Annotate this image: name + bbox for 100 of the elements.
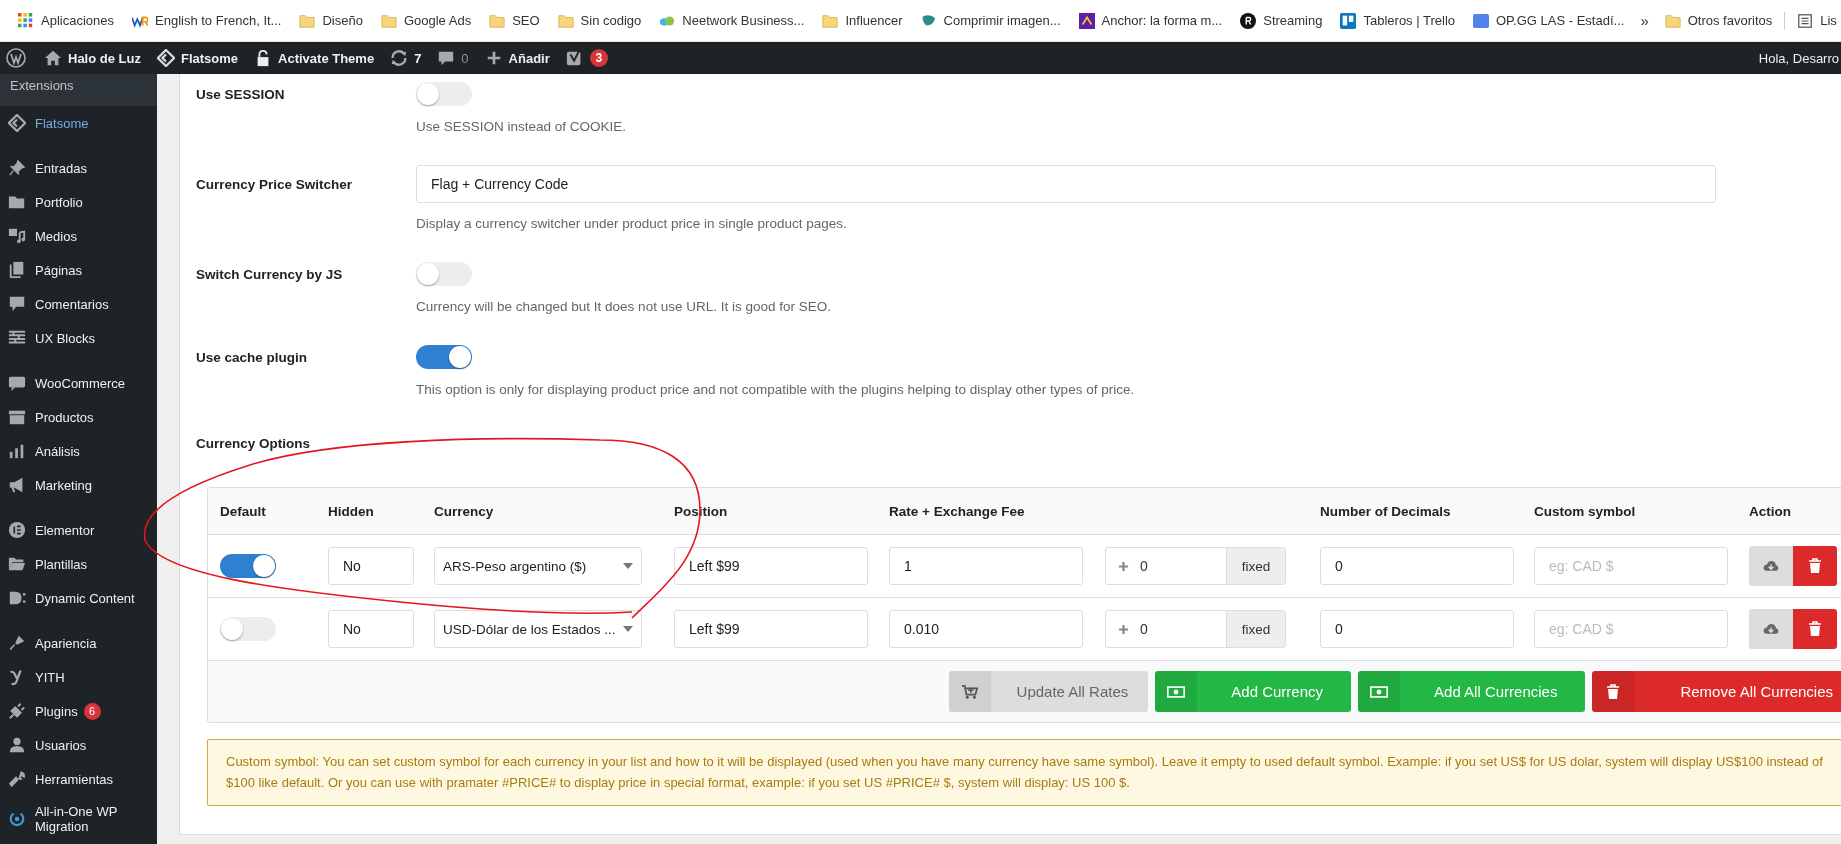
folder-icon xyxy=(8,555,26,573)
site-logo-icon xyxy=(1473,12,1489,29)
toolbar-item[interactable]: Halo de Luz xyxy=(36,42,149,74)
sidebar-menu-item[interactable]: Dynamic Content xyxy=(0,581,157,615)
bookmark-link[interactable]: Otros favoritos xyxy=(1656,8,1781,33)
bookmark-link[interactable]: Comprimir imagen... xyxy=(912,8,1069,33)
section-label: Currency Options xyxy=(196,435,312,453)
rate-field[interactable]: 0.010 xyxy=(889,610,1083,648)
decimals-field[interactable]: 0 xyxy=(1320,610,1514,648)
decimals-field[interactable]: 0 xyxy=(1320,547,1514,585)
column-header: Hidden xyxy=(328,503,375,519)
setting-description: Display a currency switcher under product price in single product pages. xyxy=(416,216,847,231)
bookmark-link[interactable]: Streaming xyxy=(1232,8,1331,33)
trash-icon xyxy=(1807,558,1823,574)
setting-description: Currency will be changed but It does not use URL. It is good for SEO. xyxy=(416,299,831,314)
folder-icon xyxy=(557,12,574,29)
sidebar-menu-item[interactable]: Páginas xyxy=(0,253,157,287)
setting-description: This option is only for displaying product price and not compatible with the plugins helping to display other types of price. xyxy=(416,382,1135,397)
cloud-download-icon xyxy=(1763,621,1779,637)
toolbar-item[interactable]: Flatsome xyxy=(148,42,247,74)
bookmark-link[interactable]: Tableros | Trello xyxy=(1332,8,1463,33)
cart-icon xyxy=(960,683,979,700)
caret-icon xyxy=(623,563,633,569)
bookmark-link[interactable]: English to French, It... xyxy=(124,8,290,33)
toolbar-item[interactable]: Añadir xyxy=(476,42,558,74)
rate-field[interactable]: 1 xyxy=(889,547,1083,585)
info-notice: Custom symbol: You can set custom symbol for each currency in your list and how to it will be displayed (used when you have many currency have same symbol). Leave it empty to used default symbol. Example: if you set US$ for US dolar, system will display US$100 instead of $100 like default. Or you can use with pramater #PRICE# to display price in special format, example: if you set US #PRICE# $, system will display: US 100 $. xyxy=(207,739,1841,806)
notification-count: 3 xyxy=(589,49,608,67)
sidebar-menu-item[interactable]: Plantillas xyxy=(0,547,157,581)
trash-icon xyxy=(1807,621,1823,637)
speech-bubble-icon xyxy=(8,295,26,313)
sidebar-menu-item[interactable]: Productos xyxy=(0,400,157,434)
more-bookmarks-button[interactable]: » xyxy=(1632,12,1657,29)
sidebar-menu-item[interactable]: UX Blocks xyxy=(0,321,157,355)
comment-icon xyxy=(437,49,456,67)
sidebar-menu-item[interactable]: WooCommerce xyxy=(0,366,157,400)
bookmark-link[interactable]: Anchor: la forma m... xyxy=(1070,8,1231,33)
letter-d-icon xyxy=(8,589,26,607)
diamond-icon xyxy=(156,49,175,67)
custom-symbol-field[interactable]: eg: CAD $ xyxy=(1534,610,1728,648)
home-icon xyxy=(44,49,62,67)
toggle-switch[interactable] xyxy=(416,82,472,106)
bookmark-link[interactable]: OP.GG LAS - Estadí... xyxy=(1465,8,1633,33)
bookmark-link[interactable]: SEO xyxy=(481,8,548,33)
sidebar-menu-item[interactable]: Análisis xyxy=(0,434,157,468)
sidebar-menu-item[interactable]: Portfolio xyxy=(0,185,157,219)
toolbar-item[interactable]: Activate Theme xyxy=(246,42,383,74)
sidebar-menu-item[interactable]: Apariencia xyxy=(0,626,157,660)
column-header: Default xyxy=(220,503,267,519)
toolbar-item[interactable]: 0 xyxy=(429,42,477,74)
delete-button[interactable] xyxy=(1793,609,1837,649)
sidebar-menu-item[interactable]: YITH xyxy=(0,660,157,694)
setting-label: Use SESSION xyxy=(196,86,285,102)
bookmark-link[interactable]: Neetwork Business... xyxy=(651,8,813,33)
toolbar-item[interactable]: 3 xyxy=(557,42,616,74)
column-header: Rate + Exchange Fee xyxy=(889,503,1026,519)
toggle-switch[interactable] xyxy=(220,554,276,578)
sidebar-menu-item[interactable]: Herramientas xyxy=(0,762,157,796)
delete-button[interactable] xyxy=(1793,546,1837,586)
setting-label: Switch Currency by JS xyxy=(196,266,343,282)
sidebar-menu-item[interactable]: Marketing xyxy=(0,468,157,502)
sidebar-menu-item[interactable]: Elementor xyxy=(0,513,157,547)
currency-dropdown[interactable]: ARS-Peso argentino ($) xyxy=(434,547,642,585)
bookmark-link[interactable]: Diseño xyxy=(291,8,371,33)
sidebar-menu-item[interactable]: Plugins 6 xyxy=(0,694,157,728)
bookmark-link[interactable]: Influencer xyxy=(814,8,911,33)
toggle-switch[interactable] xyxy=(416,345,472,369)
submenu-link[interactable]: Extensions xyxy=(0,74,157,106)
toggle-switch[interactable] xyxy=(416,262,472,286)
column-header: Currency xyxy=(434,503,495,519)
action-button[interactable]: Remove All Currencies xyxy=(1592,671,1841,712)
bookmark-link[interactable]: Google Ads xyxy=(372,8,480,33)
bookmark-link[interactable]: Lis xyxy=(1789,8,1841,33)
toggle-switch[interactable] xyxy=(220,617,276,641)
download-button[interactable] xyxy=(1749,546,1793,586)
custom-symbol-field[interactable]: eg: CAD $ xyxy=(1534,547,1728,585)
column-header: Custom symbol xyxy=(1534,503,1637,519)
currency-dropdown[interactable]: USD-Dólar de los Estados ... xyxy=(434,610,642,648)
toolbar-item[interactable]: 7 xyxy=(382,42,430,74)
dropdown[interactable]: Flag + Currency Code xyxy=(416,165,1716,203)
anchor-icon xyxy=(1078,12,1095,29)
sidebar-menu-item[interactable]: Usuarios xyxy=(0,728,157,762)
hidden-field[interactable]: No xyxy=(328,547,414,585)
greeting-link[interactable]: Hola, Desarro xyxy=(1758,50,1841,66)
sidebar-menu-item[interactable]: All-in-One WP Migration xyxy=(0,796,157,842)
bookmark-link[interactable]: Sin codigo xyxy=(549,8,650,33)
sidebar-menu-item[interactable]: Flatsome xyxy=(0,106,157,140)
download-button[interactable] xyxy=(1749,609,1793,649)
column-header: Action xyxy=(1749,503,1792,519)
sidebar-menu-item[interactable]: Comentarios xyxy=(0,287,157,321)
position-field[interactable]: Left $99 xyxy=(674,547,868,585)
wrench-icon xyxy=(8,770,26,788)
hidden-field[interactable]: No xyxy=(328,610,414,648)
sidebar-menu-item[interactable]: Entradas xyxy=(0,151,157,185)
bookmark-link[interactable]: Aplicaciones xyxy=(10,8,122,33)
setting-label: Currency Price Switcher xyxy=(196,176,353,192)
banknote-icon xyxy=(1370,683,1389,700)
sidebar-menu-item[interactable]: Medios xyxy=(0,219,157,253)
position-field[interactable]: Left $99 xyxy=(674,610,868,648)
action-button[interactable]: Update All Rates xyxy=(948,671,1149,712)
